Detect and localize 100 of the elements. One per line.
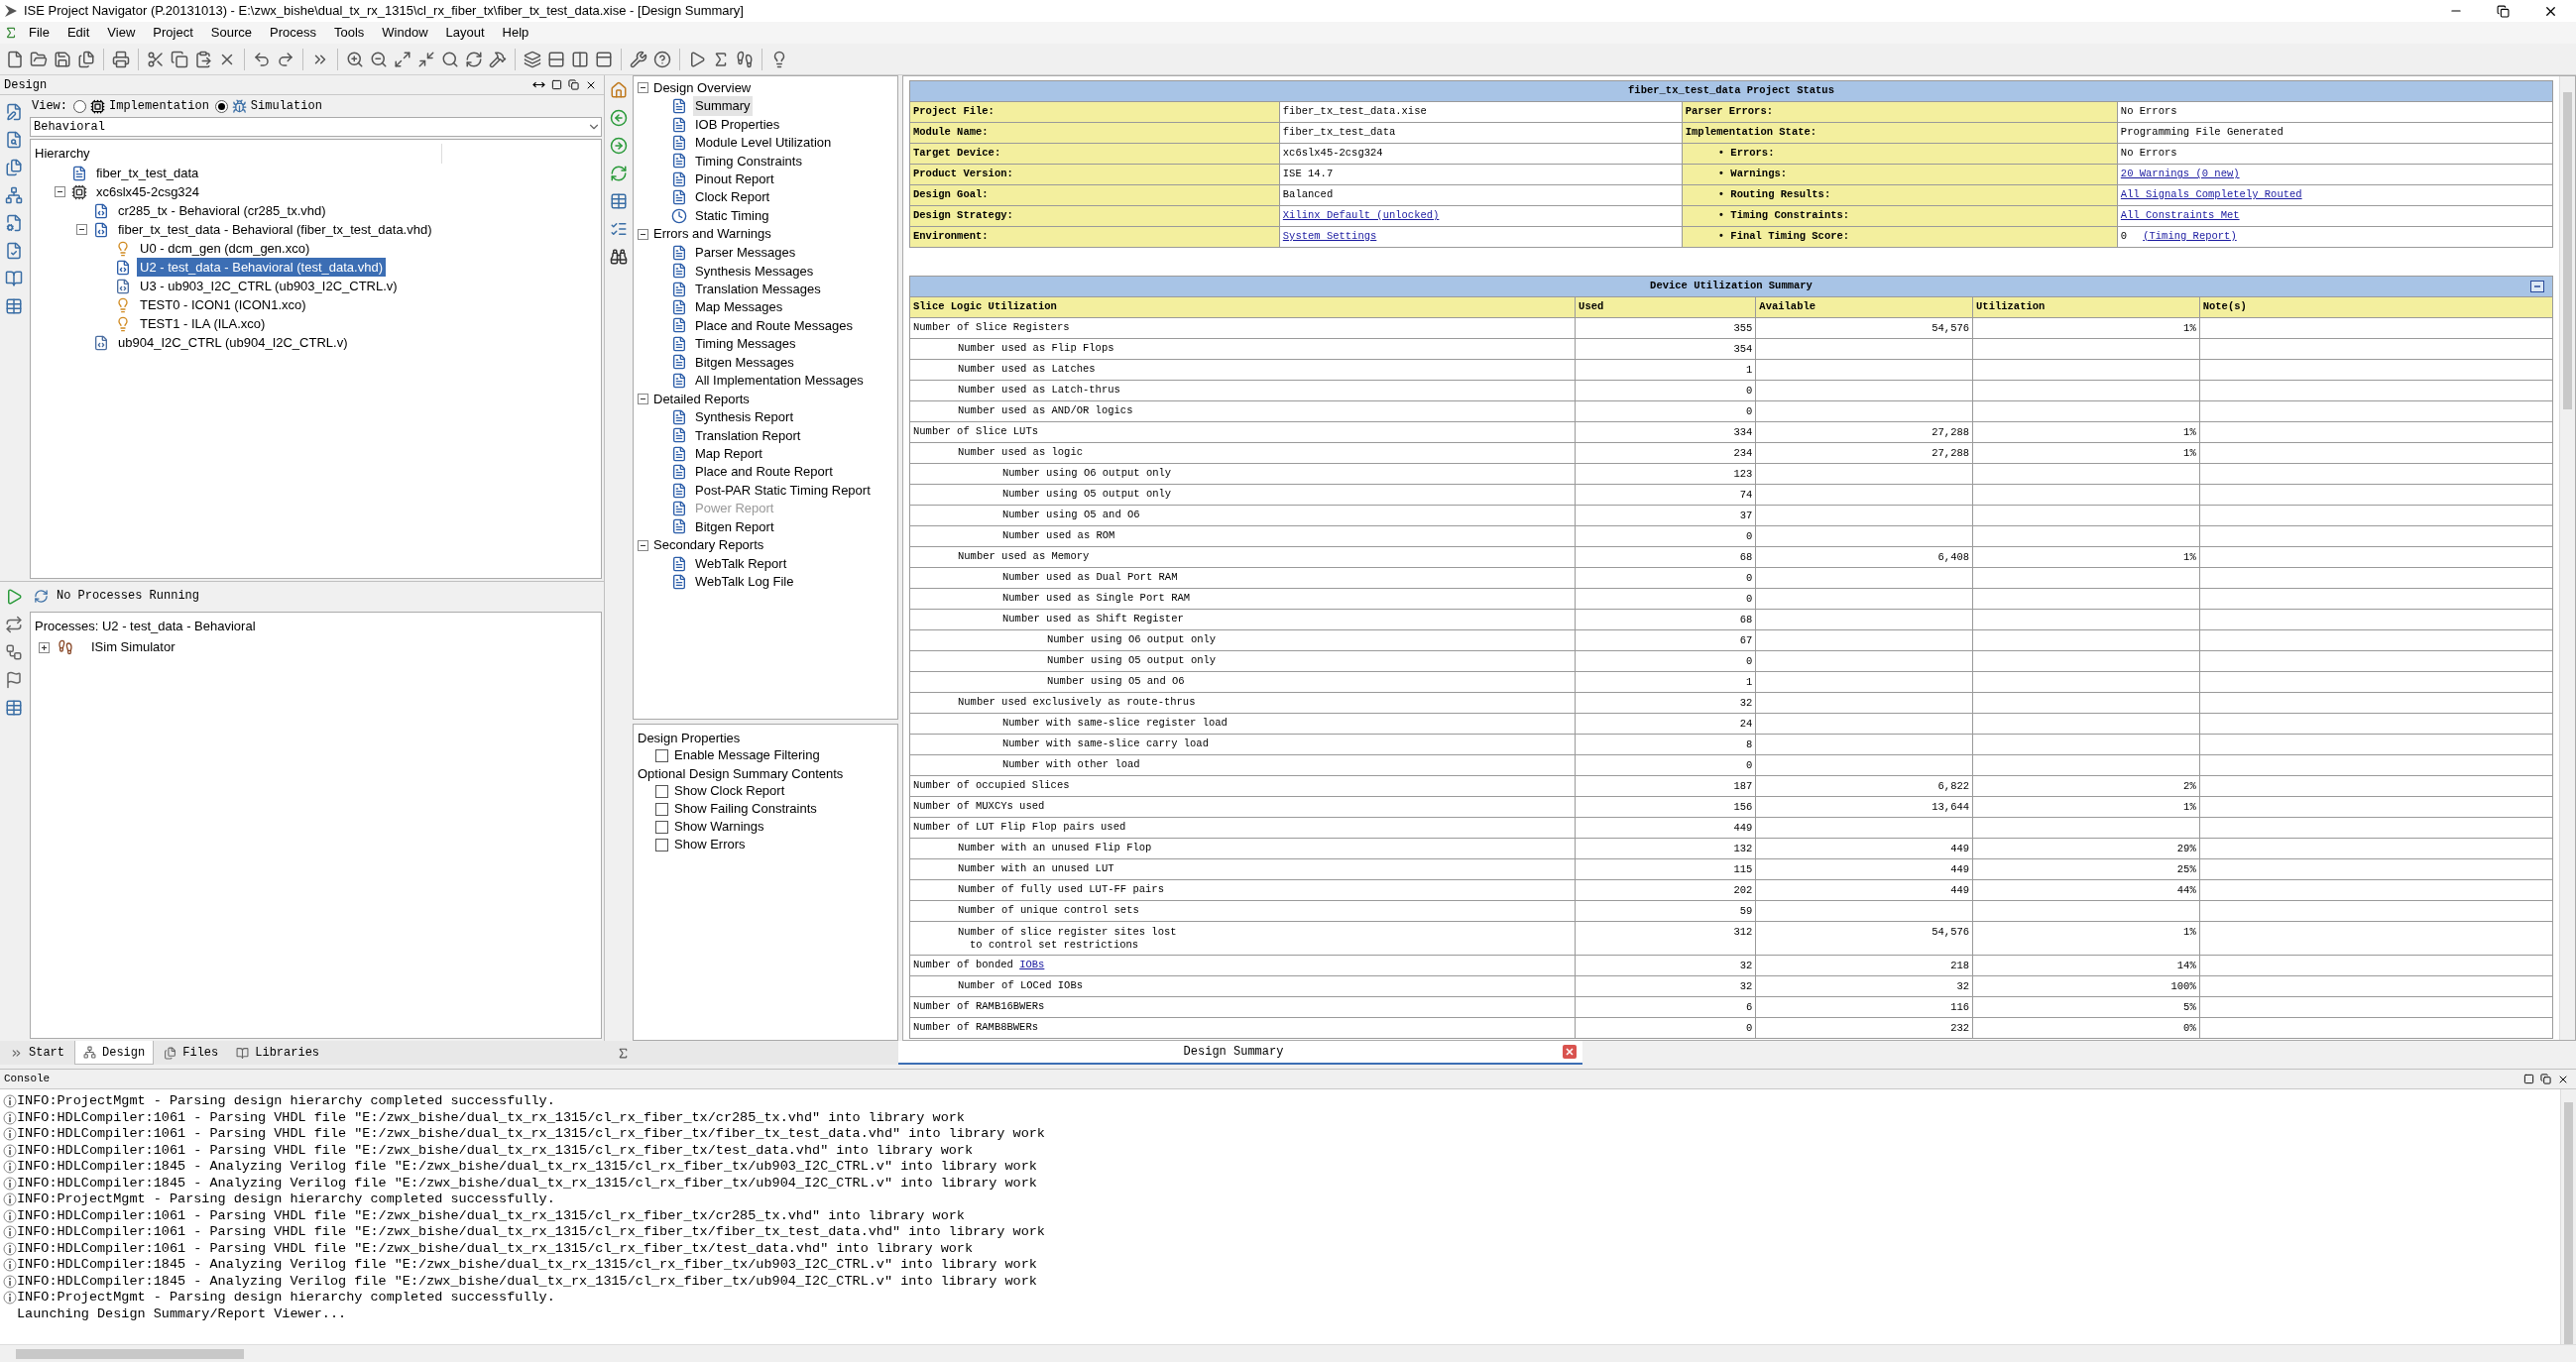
redo-icon[interactable]	[277, 50, 294, 68]
report-link[interactable]: (Timing Report)	[2143, 230, 2237, 243]
search-icon[interactable]	[441, 50, 459, 68]
nav-item[interactable]: Translation Messages	[693, 279, 823, 299]
radio-label[interactable]: Implementation	[109, 97, 209, 115]
collapse-icon[interactable]	[638, 393, 648, 404]
nav-group[interactable]: Design Overview	[653, 77, 752, 98]
refresh-icon[interactable]	[465, 50, 483, 68]
tree-item[interactable]: U0 - dcm_gen (dcm_gen.xco)	[137, 238, 313, 259]
workflow-icon[interactable]	[5, 643, 23, 661]
files-icon[interactable]	[5, 159, 23, 176]
tree-item[interactable]: U2 - test_data - Behavioral (test_data.vhd)	[137, 257, 386, 278]
menu-item[interactable]: Edit	[59, 23, 97, 43]
collapse-icon[interactable]	[638, 539, 648, 551]
nav-group[interactable]: Detailed Reports	[653, 389, 750, 409]
radio-button[interactable]	[214, 99, 228, 113]
file-check-icon[interactable]	[5, 242, 23, 260]
checkbox[interactable]	[655, 748, 668, 762]
nav-item[interactable]: Module Level Utilization	[693, 133, 834, 153]
nav-item[interactable]: Parser Messages	[693, 243, 798, 263]
vertical-scrollbar[interactable]	[2560, 1089, 2576, 1344]
nav-group[interactable]: Errors and Warnings	[653, 224, 771, 244]
panel-tab[interactable]: Design	[74, 1041, 155, 1065]
menu-item[interactable]: Process	[263, 23, 323, 43]
book-icon[interactable]	[5, 270, 23, 287]
checkbox-label[interactable]: Show Clock Report	[674, 781, 785, 801]
table-icon[interactable]	[5, 297, 23, 315]
panel-tab[interactable]: Files	[156, 1041, 227, 1065]
home-icon[interactable]	[610, 81, 628, 99]
run-icon[interactable]	[5, 588, 23, 606]
maximize-icon[interactable]	[2523, 1074, 2534, 1084]
collapse-icon[interactable]	[2530, 281, 2544, 292]
hammer-icon[interactable]	[489, 50, 507, 68]
tree-item[interactable]: TEST1 - ILA (ILA.xco)	[137, 313, 269, 334]
collapse-icon[interactable]	[55, 186, 65, 197]
nav-item[interactable]: Map Report	[693, 444, 764, 464]
paste-icon[interactable]	[194, 50, 212, 68]
nav-item[interactable]: Bitgen Messages	[693, 352, 796, 373]
open-folder-icon[interactable]	[30, 50, 48, 68]
tree-item[interactable]: ub904_I2C_CTRL (ub904_I2C_CTRL.v)	[115, 332, 351, 353]
tile-horizontal-icon[interactable]	[547, 50, 565, 68]
tree-item[interactable]: TEST0 - ICON1 (ICON1.xco)	[137, 294, 309, 315]
zoom-in-icon[interactable]	[346, 50, 364, 68]
new-file-icon[interactable]	[6, 50, 24, 68]
panel-tab[interactable]: Start	[2, 1041, 72, 1065]
nav-item[interactable]: Timing Constraints	[693, 151, 804, 171]
nav-group[interactable]: Secondary Reports	[653, 535, 764, 555]
tree-item[interactable]: fiber_tx_test_data - Behavioral (fiber_tx_test_data.vhd)	[115, 219, 435, 240]
vertical-scrollbar[interactable]	[2559, 76, 2575, 1040]
checkbox[interactable]	[655, 838, 668, 851]
zoom-out-icon[interactable]	[370, 50, 388, 68]
nav-item[interactable]: All Implementation Messages	[693, 370, 866, 391]
nav-item[interactable]: Post-PAR Static Timing Report	[693, 480, 873, 501]
tree-item[interactable]: xc6slx45-2csg324	[93, 181, 203, 202]
checkbox[interactable]	[655, 820, 668, 834]
report-link[interactable]: System Settings	[1282, 230, 1377, 243]
nav-item[interactable]: IOB Properties	[693, 114, 782, 135]
tile-vertical-icon[interactable]	[571, 50, 589, 68]
nav-item[interactable]: Synthesis Messages	[693, 261, 816, 282]
checkbox[interactable]	[655, 802, 668, 816]
nav-item[interactable]: Static Timing	[693, 205, 771, 226]
collapse-icon[interactable]	[638, 228, 648, 240]
nav-item[interactable]: Summary	[693, 96, 753, 116]
restore-icon[interactable]	[2497, 4, 2510, 18]
printer-icon[interactable]	[112, 50, 130, 68]
file-settings-icon[interactable]	[5, 214, 23, 232]
flag-icon[interactable]	[5, 671, 23, 689]
save-icon[interactable]	[54, 50, 71, 68]
wrench-icon[interactable]	[630, 50, 647, 68]
radio-label[interactable]: Simulation	[250, 97, 322, 115]
checkbox-label[interactable]: Show Warnings	[674, 817, 764, 837]
file-search-icon[interactable]	[5, 131, 23, 149]
nav-item[interactable]: Map Messages	[693, 297, 785, 317]
collapse-icon[interactable]	[638, 82, 648, 93]
view-dropdown[interactable]: Behavioral	[30, 117, 602, 137]
checklist-icon[interactable]	[610, 220, 628, 238]
nav-item[interactable]: Place and Route Report	[693, 462, 835, 482]
panel-tab[interactable]: Libraries	[228, 1041, 328, 1065]
nav-item[interactable]: Clock Report	[693, 187, 772, 207]
tree-item[interactable]: U3 - ub903_I2C_CTRL (ub903_I2C_CTRL.v)	[137, 276, 401, 296]
menu-item[interactable]: Layout	[438, 23, 492, 43]
file-edit-icon[interactable]	[5, 103, 23, 121]
copy-icon[interactable]	[171, 50, 188, 68]
undo-icon[interactable]	[253, 50, 271, 68]
tree-item[interactable]: cr285_tx - Behavioral (cr285_tx.vhd)	[115, 200, 329, 221]
window-icon[interactable]	[595, 50, 613, 68]
menu-item[interactable]: View	[100, 23, 143, 43]
report-link[interactable]: IOBs	[1019, 959, 1045, 971]
scissors-icon[interactable]	[147, 50, 165, 68]
zoom-full-icon[interactable]	[417, 50, 435, 68]
float-icon[interactable]	[568, 79, 579, 90]
help-icon[interactable]	[653, 50, 671, 68]
back-icon[interactable]	[610, 109, 628, 127]
expand-icon[interactable]	[39, 641, 50, 653]
horizontal-scrollbar[interactable]	[0, 1344, 2576, 1362]
nav-item[interactable]: WebTalk Log File	[693, 572, 796, 592]
nav-item[interactable]: Pinout Report	[693, 170, 776, 189]
refresh-icon[interactable]	[610, 165, 628, 182]
simulator-item[interactable]: ISim Simulator	[91, 637, 176, 657]
zoom-fit-icon[interactable]	[394, 50, 411, 68]
